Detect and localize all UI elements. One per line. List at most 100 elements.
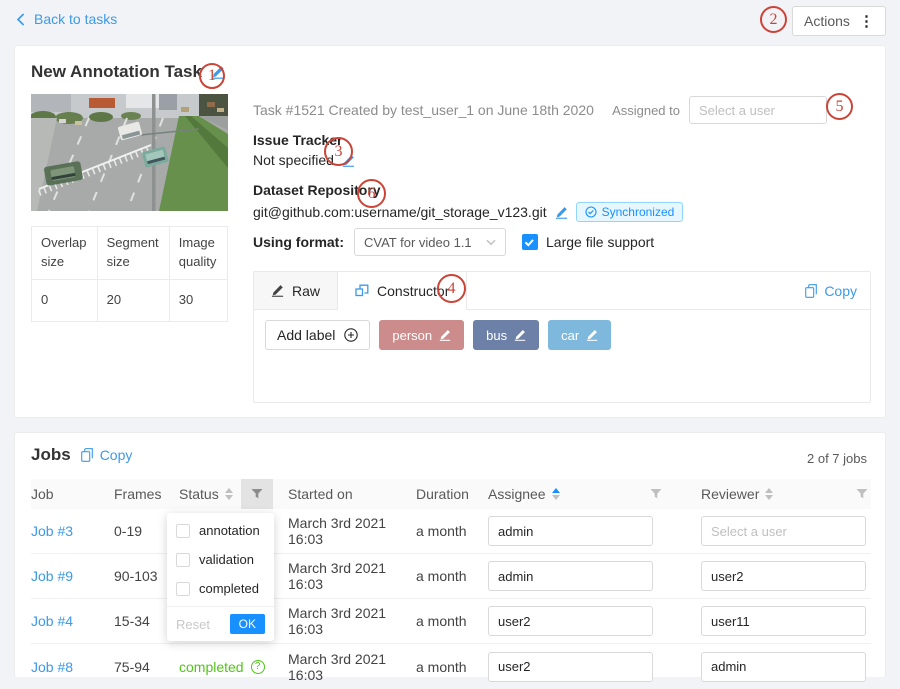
filter-reset-button[interactable]: Reset bbox=[176, 617, 210, 632]
jobs-copy-label: Copy bbox=[100, 447, 133, 463]
annotation-circle-3: 3 bbox=[324, 137, 353, 166]
back-to-tasks-link[interactable]: Back to tasks bbox=[16, 11, 117, 27]
filter-ok-button[interactable]: OK bbox=[230, 614, 265, 634]
dataset-repository-url: git@github.com:username/git_storage_v123… bbox=[253, 204, 547, 220]
check-circle-icon bbox=[585, 206, 597, 218]
column-reviewer-sort[interactable]: Reviewer bbox=[701, 486, 841, 502]
task-meta: Task #1521 Created by test_user_1 on Jun… bbox=[253, 102, 594, 118]
actions-button[interactable]: Actions ⋮ bbox=[792, 6, 886, 36]
column-status-sort[interactable]: Status bbox=[179, 486, 241, 502]
column-duration: Duration bbox=[416, 486, 488, 502]
reviewer-input[interactable] bbox=[701, 561, 866, 591]
format-select[interactable]: CVAT for video 1.1 bbox=[354, 228, 506, 256]
table-row: Job #8 75-94 completed ? March 3rd 2021 … bbox=[31, 644, 871, 689]
checkbox-unchecked-icon[interactable] bbox=[176, 582, 190, 596]
kebab-menu-icon: ⋮ bbox=[859, 12, 874, 30]
param-value-segment: 20 bbox=[97, 279, 169, 321]
annotation-circle-1: 1 bbox=[199, 63, 225, 89]
job-link[interactable]: Job #3 bbox=[31, 523, 73, 539]
column-started: Started on bbox=[288, 486, 416, 502]
filter-option-validation[interactable]: validation bbox=[167, 545, 274, 574]
table-row: Job #3 0-19 March 3rd 2021 16:03 a month bbox=[31, 509, 871, 554]
table-row: Job #9 90-103 March 3rd 2021 16:03 a mon… bbox=[31, 554, 871, 599]
reviewer-filter-button[interactable] bbox=[841, 479, 871, 509]
annotation-circle-5: 5 bbox=[826, 93, 853, 120]
edit-label-bus-icon[interactable] bbox=[514, 329, 526, 341]
job-link[interactable]: Job #9 bbox=[31, 568, 73, 584]
label-chip-car[interactable]: car bbox=[548, 320, 611, 350]
column-job: Job bbox=[31, 486, 114, 502]
jobs-card: Jobs Copy 2 of 7 jobs Job Frames Status … bbox=[14, 432, 886, 677]
jobs-copy-button[interactable]: Copy bbox=[81, 447, 133, 463]
checkbox-unchecked-icon[interactable] bbox=[176, 524, 190, 538]
duration-value: a month bbox=[416, 568, 488, 584]
add-label-text: Add label bbox=[277, 327, 335, 343]
labels-copy-label: Copy bbox=[824, 283, 857, 299]
started-value: March 3rd 2021 16:03 bbox=[288, 560, 416, 592]
plus-circle-icon bbox=[344, 328, 358, 342]
filter-option-annotation[interactable]: annotation bbox=[167, 516, 274, 545]
label-chip-bus[interactable]: bus bbox=[473, 320, 539, 350]
tab-raw-label: Raw bbox=[292, 283, 320, 299]
table-row: Job #4 15-34 March 3rd 2021 16:03 a mont… bbox=[31, 599, 871, 644]
large-file-support-checkbox[interactable]: Large file support bbox=[522, 234, 654, 250]
add-label-button[interactable]: Add label bbox=[265, 320, 370, 350]
labels-copy-button[interactable]: Copy bbox=[805, 272, 870, 309]
assigned-to-input[interactable] bbox=[689, 96, 827, 124]
filter-option-completed[interactable]: completed bbox=[167, 574, 274, 603]
started-value: March 3rd 2021 16:03 bbox=[288, 605, 416, 637]
column-assignee-sort[interactable]: Assignee bbox=[488, 486, 646, 502]
sort-icon bbox=[225, 488, 233, 500]
status-filter-dropdown: annotation validation completed Reset OK bbox=[167, 513, 274, 641]
assignee-input[interactable] bbox=[488, 516, 653, 546]
back-chevron-icon bbox=[16, 13, 25, 26]
column-frames: Frames bbox=[114, 486, 179, 502]
funnel-icon bbox=[251, 488, 263, 500]
duration-value: a month bbox=[416, 523, 488, 539]
assignee-input[interactable] bbox=[488, 652, 653, 682]
annotation-circle-2: 2 bbox=[760, 6, 787, 33]
format-select-value: CVAT for video 1.1 bbox=[364, 235, 472, 250]
reviewer-input[interactable] bbox=[701, 606, 866, 636]
label-car-name: car bbox=[561, 328, 579, 343]
column-status-label: Status bbox=[179, 486, 219, 502]
reviewer-input[interactable] bbox=[701, 516, 866, 546]
label-chip-person[interactable]: person bbox=[379, 320, 464, 350]
status-value: completed bbox=[179, 659, 244, 675]
sort-icon bbox=[765, 488, 773, 500]
issue-tracker-value: Not specified bbox=[253, 152, 334, 168]
job-link[interactable]: Job #8 bbox=[31, 659, 73, 675]
started-value: March 3rd 2021 16:03 bbox=[288, 515, 416, 547]
frames-value: 75-94 bbox=[114, 659, 179, 675]
sync-status-label: Synchronized bbox=[602, 205, 675, 219]
assignee-input[interactable] bbox=[488, 606, 653, 636]
checkbox-checked-icon bbox=[522, 234, 538, 250]
edit-label-car-icon[interactable] bbox=[586, 329, 598, 341]
duration-value: a month bbox=[416, 659, 488, 675]
job-link[interactable]: Job #4 bbox=[31, 613, 73, 629]
actions-label: Actions bbox=[804, 13, 850, 29]
assignee-filter-button[interactable] bbox=[646, 479, 701, 509]
status-filter-button[interactable] bbox=[241, 479, 273, 509]
dataset-repository-label: Dataset Repository bbox=[253, 182, 683, 198]
edit-label-person-icon[interactable] bbox=[439, 329, 451, 341]
checkbox-unchecked-icon[interactable] bbox=[176, 553, 190, 567]
funnel-icon bbox=[856, 488, 868, 500]
annotation-circle-4: 4 bbox=[437, 274, 466, 303]
reviewer-input[interactable] bbox=[701, 652, 866, 682]
jobs-title: Jobs bbox=[31, 445, 71, 465]
param-header-overlap: Overlap size bbox=[32, 227, 98, 280]
task-parameters-table: Overlap size Segment size Image quality … bbox=[31, 226, 228, 322]
sync-status-badge[interactable]: Synchronized bbox=[576, 202, 684, 222]
question-circle-icon[interactable]: ? bbox=[251, 660, 265, 674]
assignee-input[interactable] bbox=[488, 561, 653, 591]
task-title-row: New Annotation Task bbox=[31, 62, 225, 82]
funnel-icon bbox=[650, 488, 662, 500]
edit-repository-icon[interactable] bbox=[555, 206, 568, 219]
param-value-overlap: 0 bbox=[32, 279, 98, 321]
started-value: March 3rd 2021 16:03 bbox=[288, 651, 416, 683]
tab-raw[interactable]: Raw bbox=[254, 272, 338, 309]
sort-icon-ascending bbox=[552, 488, 560, 500]
block-icon bbox=[355, 284, 369, 298]
back-to-tasks-label: Back to tasks bbox=[34, 11, 117, 27]
